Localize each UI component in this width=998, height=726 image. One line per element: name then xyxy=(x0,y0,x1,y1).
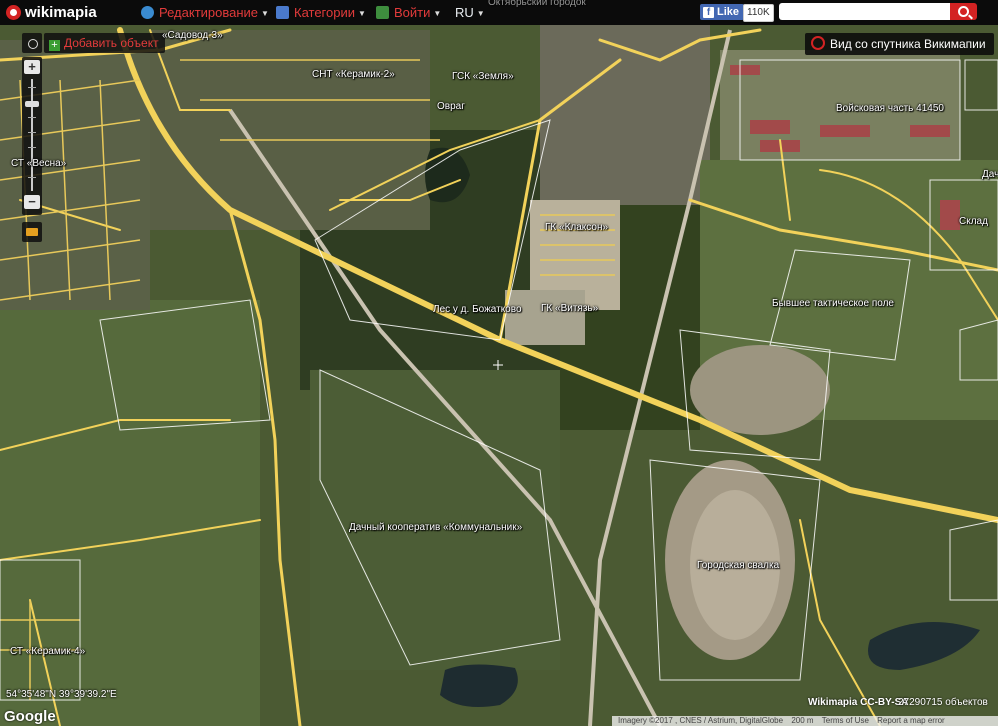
map-label-dachny-kooperativ[interactable]: Дачный кооператив «Коммунальник» xyxy=(349,522,522,533)
terms-link[interactable]: Terms of Use xyxy=(822,716,869,725)
top-toolbar: wikimapia Редактирование ▼ Категории ▼ Вой… xyxy=(0,0,998,25)
map-label-ovrag[interactable]: Овраг xyxy=(437,101,465,112)
chevron-down-icon: ▼ xyxy=(261,9,269,18)
search-button[interactable] xyxy=(950,3,977,20)
red-roof xyxy=(910,125,950,137)
menu-categories[interactable]: Категории ▼ xyxy=(276,0,366,25)
town-area xyxy=(540,25,710,205)
dacha-area xyxy=(310,370,560,670)
red-roof xyxy=(940,200,960,230)
chevron-down-icon: ▼ xyxy=(358,9,366,18)
imagery-attribution: Imagery ©2017 , CNES / Astrium, DigitalG… xyxy=(618,716,784,725)
wikimapia-pin-icon xyxy=(6,5,21,20)
map-label-st-vesna[interactable]: СТ «Весна» xyxy=(11,158,66,169)
facebook-like-count: 110K xyxy=(743,4,774,22)
layers-icon xyxy=(26,228,38,236)
layers-button[interactable] xyxy=(22,222,42,242)
map-label-gorodskaya-svalka[interactable]: Городская свалка xyxy=(697,560,779,571)
zoom-tick xyxy=(28,177,36,178)
map-label-sklad[interactable]: Склад xyxy=(959,216,988,227)
map-label-les[interactable]: Лес у д. Божатково xyxy=(433,304,522,315)
zoom-tick xyxy=(28,147,36,148)
map-label-gk-vityaz[interactable]: ГК «Витязь» xyxy=(541,303,598,314)
object-count: 27290715 объектов xyxy=(898,697,988,708)
settings-button[interactable] xyxy=(22,33,42,53)
search-icon xyxy=(958,6,969,17)
coordinates-readout: 54°35'48"N 39°39'39.2"E xyxy=(6,689,117,700)
map-label-oktyabrsky: Октябрьский городок xyxy=(488,0,586,8)
satellite-view-toggle[interactable]: Вид со спутника Викимапии xyxy=(805,33,994,55)
zoom-tick xyxy=(28,117,36,118)
gear-icon xyxy=(28,39,38,49)
red-roof xyxy=(820,125,870,137)
zoom-out-button[interactable]: − xyxy=(24,195,40,209)
chevron-down-icon: ▼ xyxy=(476,9,485,18)
add-object-button[interactable]: + Добавить объект xyxy=(44,33,165,53)
map-label-snt-keramik2[interactable]: СНТ «Керамик-2» xyxy=(312,69,395,80)
zoom-control: + − xyxy=(22,57,42,215)
zoom-tick xyxy=(28,132,36,133)
menu-login[interactable]: Войти ▼ xyxy=(376,0,441,25)
google-logo: Google xyxy=(4,708,56,725)
field-patch xyxy=(0,300,260,726)
zoom-in-button[interactable]: + xyxy=(24,60,40,74)
search-input[interactable] xyxy=(779,3,960,20)
zoom-tick xyxy=(28,87,36,88)
garage-coop xyxy=(505,290,585,345)
red-roof xyxy=(750,120,790,134)
wikimapia-pin-icon xyxy=(811,36,825,50)
facebook-icon: f xyxy=(703,7,714,18)
world-icon xyxy=(376,6,389,19)
zoom-slider-thumb[interactable] xyxy=(25,101,39,107)
wikimapia-logo[interactable]: wikimapia xyxy=(6,0,97,25)
flag-icon xyxy=(276,6,289,19)
scale-label: 200 m xyxy=(791,716,814,725)
quarry-site xyxy=(690,345,830,435)
report-error-link[interactable]: Report a map error xyxy=(877,716,945,725)
red-roof xyxy=(730,65,760,75)
map-label-takticheskoe-pole[interactable]: Бывшее тактическое поле xyxy=(772,298,894,309)
plus-icon: + xyxy=(49,40,60,51)
map-label-gsk-zemlya[interactable]: ГСК «Земля» xyxy=(452,71,514,82)
zoom-track[interactable] xyxy=(31,79,33,191)
lake xyxy=(440,664,518,708)
chevron-down-icon: ▼ xyxy=(433,9,442,18)
map-label-gk-klakson[interactable]: ГК «Клаксон» xyxy=(545,222,608,233)
language-selector[interactable]: RU ▼ xyxy=(455,0,485,25)
map-label-voinskaya-chast[interactable]: Войсковая часть 41450 xyxy=(836,103,944,114)
facebook-like-button[interactable]: f Like xyxy=(700,4,745,20)
license-text[interactable]: Wikimapia CC-BY-SA xyxy=(808,697,908,708)
globe-icon xyxy=(141,6,154,19)
map-label-st-keramik4[interactable]: СТ «Керамик-4» xyxy=(10,646,85,657)
map-label-sadovod3[interactable]: «Садовод-3» xyxy=(162,30,223,41)
map-label-dacha[interactable]: Дач xyxy=(982,169,998,180)
menu-edit[interactable]: Редактирование ▼ xyxy=(141,0,269,25)
attribution-bar: Imagery ©2017 , CNES / Astrium, DigitalG… xyxy=(612,716,998,726)
